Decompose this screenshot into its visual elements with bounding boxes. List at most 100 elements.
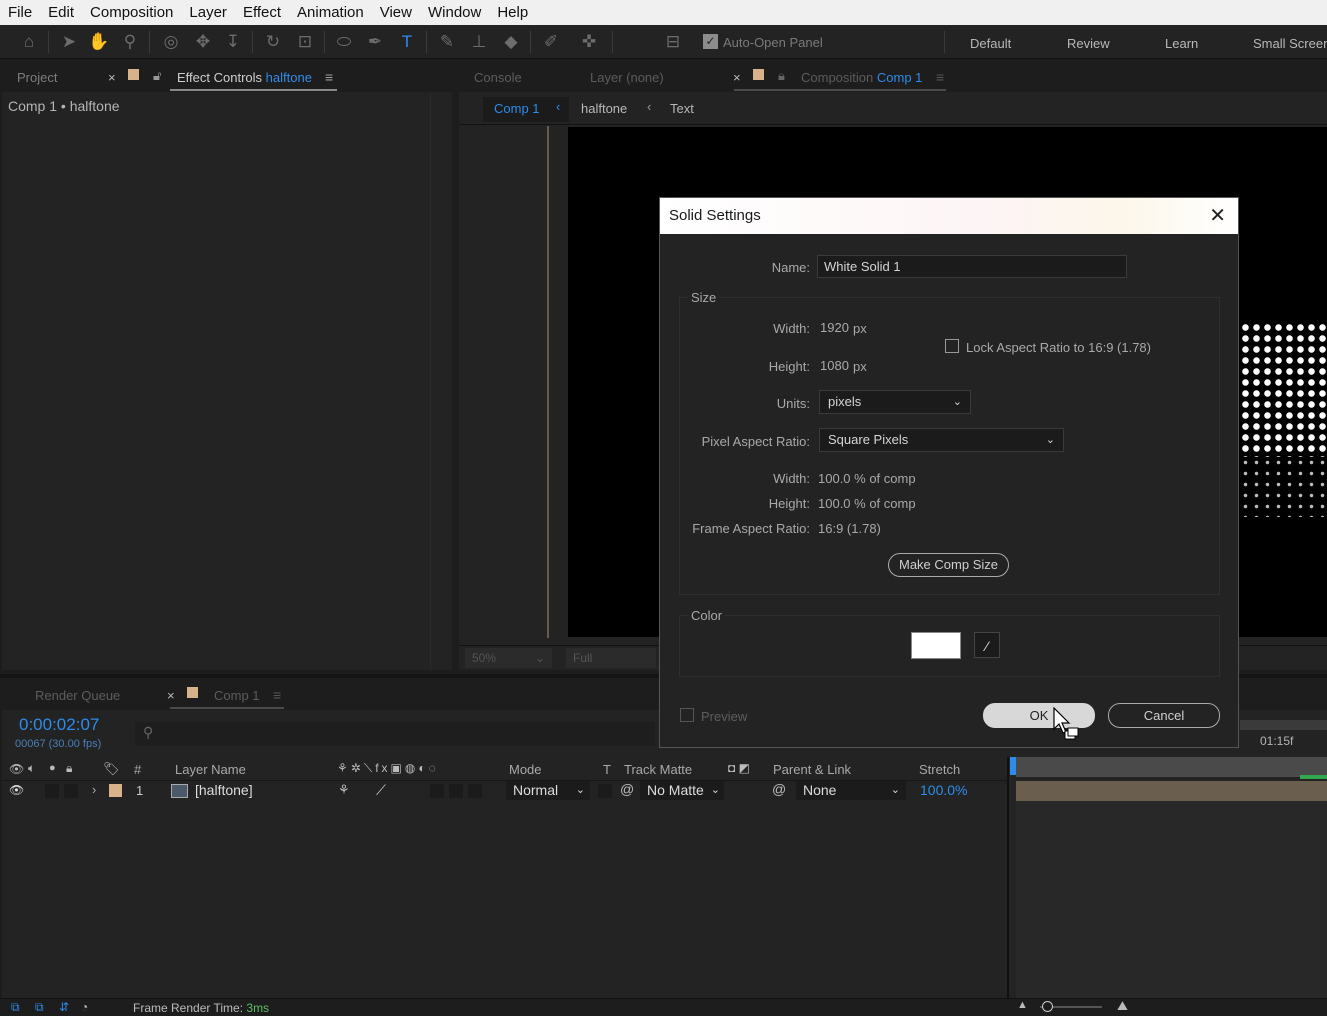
- workspace-small-screen[interactable]: Small Screen: [1253, 36, 1327, 51]
- orbit-camera-icon[interactable]: ◎: [160, 31, 182, 53]
- width-value[interactable]: 1920: [820, 320, 849, 335]
- auto-open-checkbox[interactable]: ✓: [703, 34, 718, 49]
- menu-effect[interactable]: Effect: [235, 0, 289, 25]
- expand-chevron-icon[interactable]: ›: [92, 782, 96, 797]
- resolution-dropdown[interactable]: Full: [566, 648, 656, 668]
- close-icon[interactable]: ✕: [1209, 198, 1226, 234]
- tab-render-queue[interactable]: Render Queue: [35, 688, 120, 703]
- type-tool-icon[interactable]: T: [396, 31, 418, 53]
- clone-stamp-icon[interactable]: ⊥: [468, 31, 490, 53]
- pixel-aspect-dropdown[interactable]: Square Pixels ⌄: [819, 428, 1064, 452]
- tab-composition[interactable]: Composition Comp 1: [801, 70, 922, 85]
- puppet-pin-icon[interactable]: ✜: [578, 31, 600, 53]
- lock-icon[interactable]: 🔒︎: [778, 68, 785, 84]
- tab-console[interactable]: Console: [474, 70, 522, 85]
- lock-aspect-checkbox[interactable]: [945, 339, 959, 353]
- layer-name[interactable]: [halftone]: [195, 782, 253, 798]
- zoom-slider-handle[interactable]: [1042, 1001, 1053, 1012]
- parent-dropdown[interactable]: None ⌄: [796, 781, 906, 800]
- selection-tool-icon[interactable]: ➤: [58, 31, 80, 53]
- audio-icon[interactable]: 🔈︎: [28, 761, 35, 776]
- col-stretch: Stretch: [919, 762, 961, 777]
- height-unit: px: [853, 359, 867, 374]
- col-layer-name[interactable]: Layer Name: [175, 762, 246, 777]
- pan-behind-icon[interactable]: ⊡: [294, 31, 316, 53]
- crumb-text[interactable]: Text: [670, 101, 694, 116]
- panel-menu-icon[interactable]: ≡: [936, 69, 944, 85]
- toggle-in-out-icon[interactable]: ⇵: [59, 1000, 69, 1014]
- menu-edit[interactable]: Edit: [40, 0, 82, 25]
- toggle-switches-icon[interactable]: ⧉: [11, 1000, 20, 1015]
- zoom-dropdown[interactable]: 50% ⌄: [465, 648, 552, 668]
- solo-icon[interactable]: ●: [49, 762, 56, 774]
- menu-help[interactable]: Help: [489, 0, 536, 25]
- pan-camera-icon[interactable]: ✥: [192, 31, 214, 53]
- lock-icon[interactable]: 🔓︎: [153, 68, 161, 84]
- workspace-review[interactable]: Review: [1067, 36, 1110, 51]
- rotation-tool-icon[interactable]: ↻: [262, 31, 284, 53]
- matte-pickwhip-icon[interactable]: @: [620, 781, 634, 797]
- crumb-halftone[interactable]: halftone: [581, 101, 627, 116]
- panel-menu-icon[interactable]: ≡: [325, 69, 333, 85]
- menu-composition[interactable]: Composition: [82, 0, 181, 25]
- cancel-button[interactable]: Cancel: [1108, 703, 1220, 728]
- eyedropper-icon[interactable]: ⁄: [974, 632, 1000, 658]
- ellipse-tool-icon[interactable]: ⬭: [333, 31, 355, 53]
- close-icon[interactable]: ×: [167, 688, 175, 703]
- lock-icon[interactable]: 🔒︎: [66, 761, 72, 776]
- eye-icon[interactable]: 👁︎: [9, 762, 24, 776]
- tab-layer[interactable]: Layer (none): [590, 70, 664, 85]
- workspace-learn[interactable]: Learn: [1165, 36, 1198, 51]
- make-comp-size-button[interactable]: Make Comp Size: [888, 553, 1009, 577]
- roto-brush-icon[interactable]: ✐: [540, 31, 562, 53]
- brush-tool-icon[interactable]: ✎: [436, 31, 458, 53]
- height-value[interactable]: 1080: [820, 358, 849, 373]
- menu-animation[interactable]: Animation: [289, 0, 372, 25]
- layer-search-input[interactable]: [135, 722, 655, 746]
- track-matte-dropdown[interactable]: No Matte ⌄: [640, 781, 724, 800]
- zoom-in-icon[interactable]: ⛰︎: [1117, 998, 1128, 1014]
- menu-view[interactable]: View: [372, 0, 420, 25]
- panel-menu-icon[interactable]: ≡: [273, 687, 281, 703]
- stretch-value[interactable]: 100.0%: [920, 782, 967, 798]
- dolly-camera-icon[interactable]: ↧: [222, 31, 244, 53]
- menu-window[interactable]: Window: [420, 0, 489, 25]
- menu-layer[interactable]: Layer: [181, 0, 235, 25]
- snapping-icon[interactable]: ⊟: [662, 31, 684, 53]
- toggle-modes-icon[interactable]: ⧉: [35, 1000, 44, 1015]
- blend-mode-dropdown[interactable]: Normal ⌄: [506, 781, 590, 800]
- shy-icon[interactable]: ⚘: [338, 782, 350, 798]
- eye-icon[interactable]: 👁︎: [9, 783, 24, 797]
- zoom-tool-icon[interactable]: ⚲: [119, 31, 141, 53]
- units-dropdown[interactable]: pixels ⌄: [819, 390, 971, 414]
- current-timecode[interactable]: 0:00:02:07: [19, 715, 99, 735]
- tab-project[interactable]: Project: [17, 70, 57, 85]
- close-icon[interactable]: ×: [733, 70, 741, 85]
- tab-comp1[interactable]: Comp 1: [214, 688, 260, 703]
- preview-checkbox[interactable]: [680, 708, 694, 722]
- tab-effect-controls[interactable]: Effect Controls halftone: [177, 70, 312, 85]
- time-ruler[interactable]: [1016, 757, 1327, 777]
- color-swatch[interactable]: [911, 632, 961, 659]
- pen-tool-icon[interactable]: ✒: [364, 31, 386, 53]
- hand-tool-icon[interactable]: ✋: [88, 31, 110, 53]
- frame-aspect-value: 16:9 (1.78): [818, 521, 881, 536]
- eraser-tool-icon[interactable]: ◆: [500, 31, 522, 53]
- layer-duration-bar[interactable]: [1016, 781, 1327, 801]
- label-color-swatch: [128, 69, 139, 80]
- playhead[interactable]: [1010, 757, 1016, 775]
- zoom-out-icon[interactable]: ▲: [1017, 999, 1028, 1011]
- label-tag-icon[interactable]: 🏷︎: [103, 761, 120, 777]
- label-color-swatch[interactable]: [109, 784, 122, 797]
- close-icon[interactable]: ×: [108, 70, 116, 85]
- workspace-default[interactable]: Default: [970, 36, 1011, 51]
- home-icon[interactable]: ⌂: [18, 31, 40, 53]
- render-time-icon[interactable]: ◔: [81, 1000, 88, 1014]
- col-mode: Mode: [509, 762, 542, 777]
- parent-pickwhip-icon[interactable]: @: [772, 781, 786, 797]
- menu-file[interactable]: File: [0, 0, 40, 25]
- quality-icon[interactable]: ⟋: [376, 782, 386, 799]
- col-parent-link: Parent & Link: [773, 762, 852, 777]
- name-input[interactable]: White Solid 1: [817, 255, 1127, 278]
- crumb-comp1[interactable]: Comp 1: [494, 101, 540, 116]
